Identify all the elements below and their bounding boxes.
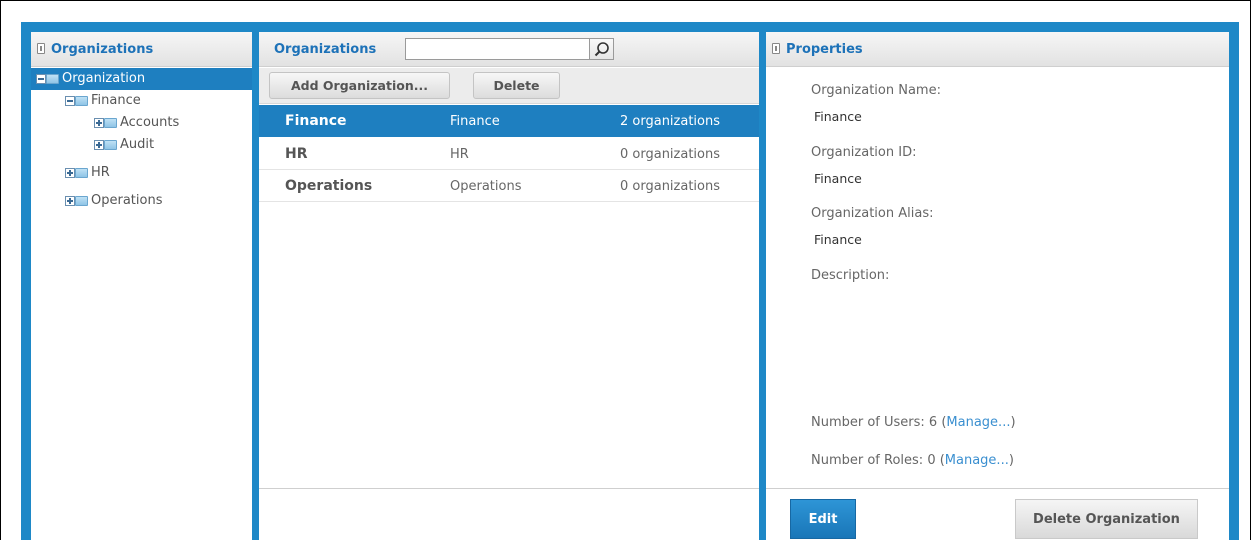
- organizations-list-panel: Organizations Add Organization... Delete…: [259, 32, 759, 540]
- table-row[interactable]: HR HR 0 organizations: [259, 138, 759, 170]
- org-id-value: Finance: [814, 171, 862, 186]
- list-panel-title: Organizations: [274, 42, 377, 57]
- expanded-folder-icon[interactable]: [65, 94, 89, 108]
- org-count-cell: 0 organizations: [620, 179, 721, 194]
- list-toolbar: Add Organization... Delete: [259, 68, 759, 104]
- org-name-cell: Operations: [285, 178, 373, 194]
- tree-item-hr[interactable]: HR: [31, 162, 252, 184]
- tree-item-label: Audit: [120, 137, 155, 152]
- tree-item-label: HR: [91, 165, 110, 180]
- tree-item-label: Operations: [91, 193, 163, 208]
- org-alias-cell: Finance: [450, 114, 500, 129]
- org-alias-value: Finance: [814, 232, 862, 247]
- collapse-panel-icon[interactable]: [37, 43, 45, 54]
- org-name-cell: Finance: [285, 113, 347, 129]
- manage-users-link[interactable]: Manage...: [946, 415, 1010, 430]
- org-count-cell: 0 organizations: [620, 147, 721, 162]
- tree-panel-title: Organizations: [51, 42, 154, 57]
- users-close: ): [1010, 415, 1016, 430]
- tree-item-label: Accounts: [120, 115, 180, 130]
- properties-panel: Properties Organization Name: Finance Or…: [766, 32, 1229, 540]
- organizations-tree-panel: Organizations Organization Finance Accou…: [31, 32, 252, 540]
- tree-item-finance[interactable]: Finance: [31, 90, 252, 112]
- tree-item-organization[interactable]: Organization: [31, 68, 252, 90]
- description-label: Description:: [811, 268, 890, 283]
- tree-item-label: Organization: [62, 71, 146, 86]
- tree-item-operations[interactable]: Operations: [31, 190, 252, 212]
- search-input[interactable]: [405, 38, 590, 60]
- tree-item-accounts[interactable]: Accounts: [31, 112, 252, 134]
- window-frame: Organizations Organization Finance Accou…: [0, 0, 1251, 540]
- org-alias-label: Organization Alias:: [811, 206, 934, 221]
- collapsed-folder-icon[interactable]: [94, 138, 118, 152]
- roles-label: Number of Roles: 0 (: [811, 453, 945, 468]
- table-row[interactable]: Finance Finance 2 organizations: [259, 105, 759, 137]
- edit-button[interactable]: Edit: [790, 499, 856, 539]
- org-alias-cell: HR: [450, 147, 469, 162]
- table-row[interactable]: Operations Operations 0 organizations: [259, 170, 759, 202]
- number-of-users: Number of Users: 6 (Manage...): [811, 415, 1016, 430]
- delete-button[interactable]: Delete: [473, 72, 560, 99]
- properties-panel-title: Properties: [786, 42, 863, 57]
- org-id-label: Organization ID:: [811, 145, 917, 160]
- tree-item-label: Finance: [91, 93, 141, 108]
- collapse-panel-icon[interactable]: [772, 43, 780, 54]
- delete-organization-button[interactable]: Delete Organization: [1015, 499, 1198, 539]
- properties-footer: Edit Delete Organization: [766, 488, 1229, 540]
- org-alias-cell: Operations: [450, 179, 522, 194]
- properties-panel-header: Properties: [766, 32, 1229, 67]
- manage-roles-link[interactable]: Manage...: [945, 453, 1009, 468]
- users-label: Number of Users: 6 (: [811, 415, 947, 430]
- expanded-folder-icon[interactable]: [36, 72, 60, 86]
- org-name-cell: HR: [285, 146, 308, 162]
- search-button[interactable]: [590, 38, 614, 60]
- collapsed-folder-icon[interactable]: [65, 166, 89, 180]
- tree-item-audit[interactable]: Audit: [31, 134, 252, 156]
- list-footer-divider: [259, 488, 759, 489]
- collapsed-folder-icon[interactable]: [94, 116, 118, 130]
- tree-panel-header: Organizations: [31, 32, 252, 67]
- add-organization-button[interactable]: Add Organization...: [269, 72, 450, 99]
- number-of-roles: Number of Roles: 0 (Manage...): [811, 453, 1014, 468]
- org-count-cell: 2 organizations: [620, 114, 721, 129]
- app-container: Organizations Organization Finance Accou…: [21, 22, 1239, 540]
- search-icon: [594, 42, 609, 57]
- roles-close: ): [1008, 453, 1014, 468]
- org-name-label: Organization Name:: [811, 83, 941, 98]
- org-name-value: Finance: [814, 109, 862, 124]
- collapsed-folder-icon[interactable]: [65, 194, 89, 208]
